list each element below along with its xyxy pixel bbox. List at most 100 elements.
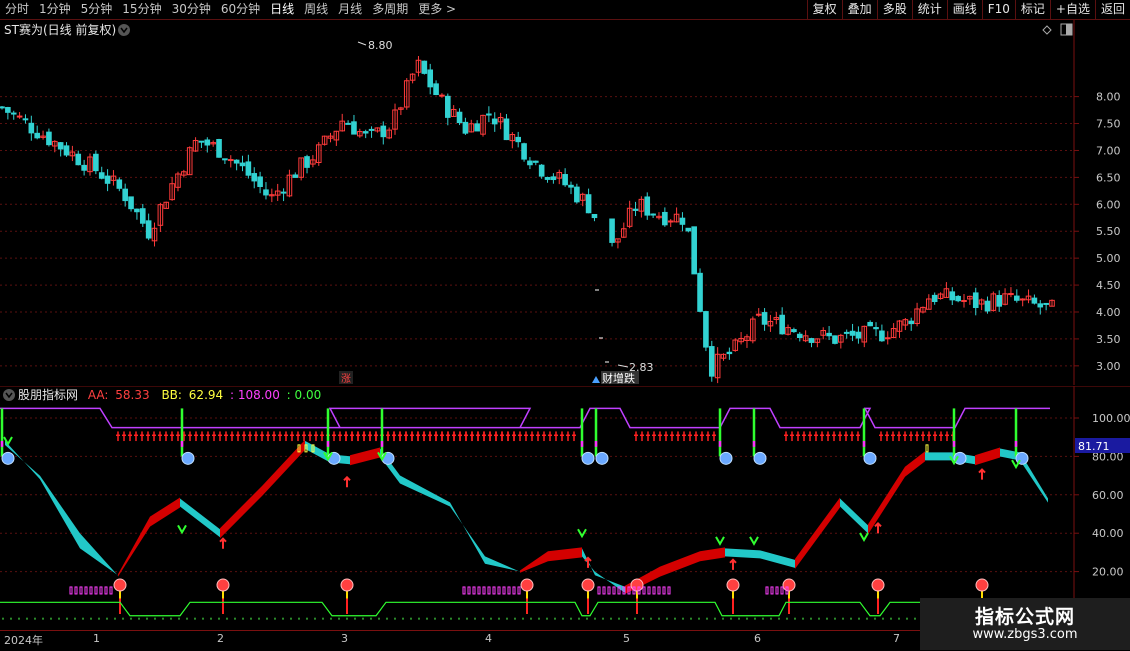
trend-ribbon xyxy=(520,551,548,573)
baseline-dot xyxy=(882,617,884,620)
baseline-dot xyxy=(194,617,196,620)
trend-ribbon xyxy=(485,556,520,572)
period-tab-2[interactable]: 5分钟 xyxy=(76,0,118,19)
period-tab-1[interactable]: 1分钟 xyxy=(34,0,76,19)
baseline-dot xyxy=(146,617,148,620)
trend-ribbon xyxy=(660,551,700,577)
baseline-dot xyxy=(298,617,300,620)
period-tab-8[interactable]: 月线 xyxy=(333,0,367,19)
red-ball-icon xyxy=(216,578,230,592)
magenta-bar xyxy=(482,586,486,595)
price-chart-panel[interactable]: 8.00 7.50 7.00 6.50 6.00 5.50 5.00 4.50 4.00 3.50… xyxy=(0,20,1130,385)
down-arrow-icon xyxy=(749,536,759,546)
baseline-dot xyxy=(418,617,420,620)
baseline-dot xyxy=(106,617,108,620)
toolbar-button-4[interactable]: 画线 xyxy=(946,0,982,19)
indicator-legend: 股朋指标网 AA: 58.33 BB: 62.94 : 108.00 : 0.0… xyxy=(18,387,321,402)
down-arrow-icon xyxy=(715,536,725,546)
baseline-dot xyxy=(498,617,500,620)
candle-body xyxy=(855,331,862,339)
magenta-bar xyxy=(765,586,769,595)
period-tab-10[interactable]: 更多 > xyxy=(413,0,461,19)
event-zhang[interactable]: 涨 xyxy=(341,373,351,385)
candle-body xyxy=(873,327,879,330)
candlestick-chart[interactable]: 8.00 7.50 7.00 6.50 6.00 5.50 5.00 4.50 4.00 3.50… xyxy=(0,20,1130,385)
candle-body xyxy=(791,329,797,333)
high-label: 8.80 xyxy=(368,39,393,52)
candle-body xyxy=(908,320,915,325)
toolbar-button-5[interactable]: F10 xyxy=(981,0,1015,19)
baseline-dot xyxy=(722,617,724,620)
up-arrow-icon xyxy=(874,521,882,534)
baseline-dot xyxy=(866,617,868,620)
baseline-dot xyxy=(394,617,396,620)
down-arrow-icon xyxy=(1011,459,1021,470)
candle-body xyxy=(843,331,850,334)
panel-toggle-icon[interactable] xyxy=(1060,23,1073,36)
baseline-dot xyxy=(226,617,228,620)
baseline-dot xyxy=(290,617,292,620)
trend-ribbon xyxy=(180,498,220,538)
price-tick-label: 5.00 xyxy=(1096,252,1121,265)
c-value: : 108.00 xyxy=(230,388,280,402)
baseline-dot xyxy=(154,617,156,620)
indicator-panel[interactable]: 100.00 80.00 60.00 40.00 20.00 股朋指标网 AA: 58.… xyxy=(0,385,1130,630)
blue-ball-icon xyxy=(753,451,767,465)
period-tab-7[interactable]: 周线 xyxy=(299,0,333,19)
candle-body xyxy=(22,118,29,121)
baseline-dot xyxy=(282,617,284,620)
indicator-chart[interactable]: 100.0080.0060.0040.0020.00 股朋指标网 AA: 58.… xyxy=(0,385,1130,630)
blue-ball-icon xyxy=(1,451,15,465)
toolbar-button-8[interactable]: 返回 xyxy=(1094,0,1130,19)
magenta-bar xyxy=(657,586,661,595)
candle-body xyxy=(884,337,891,340)
baseline-dot xyxy=(714,617,716,620)
baseline-dot xyxy=(682,617,684,620)
baseline-dot xyxy=(410,617,412,620)
baseline-dot xyxy=(514,617,516,620)
magenta-bar xyxy=(770,586,774,595)
price-tick-label: 7.00 xyxy=(1096,144,1121,157)
period-tab-4[interactable]: 30分钟 xyxy=(167,0,216,19)
candle-body xyxy=(227,159,234,162)
baseline-dot xyxy=(466,617,468,620)
period-tab-3[interactable]: 15分钟 xyxy=(117,0,166,19)
baseline-dot xyxy=(538,617,540,620)
magenta-bar xyxy=(602,586,606,595)
candle-body xyxy=(568,184,574,188)
period-tab-5[interactable]: 60分钟 xyxy=(216,0,265,19)
period-tab-0[interactable]: 分时 xyxy=(0,0,34,19)
candle-body xyxy=(544,177,551,180)
baseline-dot xyxy=(634,617,636,620)
blue-ball-icon xyxy=(381,451,395,465)
blue-ball-icon xyxy=(327,451,341,465)
candle-body xyxy=(726,351,733,355)
candle-body xyxy=(380,125,387,138)
toolbar-button-1[interactable]: 叠加 xyxy=(841,0,877,19)
toolbar-button-2[interactable]: 多股 xyxy=(876,0,912,19)
candle-body xyxy=(826,332,832,337)
toolbar-button-3[interactable]: 统计 xyxy=(911,0,947,19)
chart-title: ST赛为(日线 前复权) xyxy=(4,22,116,37)
baseline-dot xyxy=(362,617,364,620)
toolbar-button-0[interactable]: 复权 xyxy=(806,0,842,19)
up-arrow-icon xyxy=(729,558,737,570)
toolbar-button-6[interactable]: 标记 xyxy=(1014,0,1050,19)
indicator-settings-icon[interactable] xyxy=(3,389,15,401)
date-label-1: 1 xyxy=(93,632,100,645)
diamond-icon[interactable] xyxy=(1042,25,1052,35)
candle-body xyxy=(98,172,105,179)
yellow-bar xyxy=(925,444,929,453)
candle-body xyxy=(703,311,709,348)
event-text[interactable]: 财增跌 xyxy=(602,371,635,385)
indicator-axis: 100.0080.0060.0040.0020.00 xyxy=(1074,412,1130,579)
toolbar-button-7[interactable]: +自选 xyxy=(1049,0,1095,19)
baseline-dot xyxy=(482,617,484,620)
baseline-dot xyxy=(746,617,748,620)
event-triangle-icon[interactable] xyxy=(592,376,600,383)
period-tab-6[interactable]: 日线 xyxy=(265,0,299,19)
candle-body xyxy=(955,295,961,302)
period-tab-9[interactable]: 多周期 xyxy=(367,0,413,19)
chart-settings-icon[interactable] xyxy=(118,24,130,36)
candle-body xyxy=(145,220,152,239)
